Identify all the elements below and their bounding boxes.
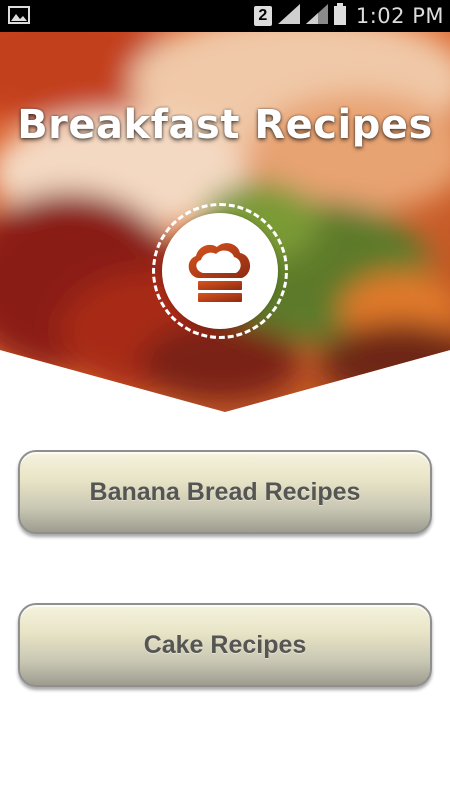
banana-bread-recipes-button[interactable]: Banana Bread Recipes [18, 450, 432, 534]
sim-badge: 2 [253, 6, 272, 26]
chef-hat-icon [188, 243, 251, 302]
signal-icon [277, 3, 300, 29]
clock: 1:02 PM [355, 4, 444, 28]
status-icons: 2 1:02 PM [253, 0, 444, 32]
logo-badge [162, 213, 278, 329]
gallery-notification-icon [8, 6, 30, 24]
button-label: Cake Recipes [143, 630, 307, 659]
hero-banner: Breakfast Recipes [0, 32, 450, 412]
signal-icon-secondary [305, 3, 328, 29]
battery-icon [333, 2, 346, 30]
cake-recipes-button[interactable]: Cake Recipes [18, 603, 432, 687]
button-label: Banana Bread Recipes [89, 477, 361, 506]
app-title: Breakfast Recipes [17, 102, 433, 148]
status-bar: 2 1:02 PM [0, 0, 450, 32]
